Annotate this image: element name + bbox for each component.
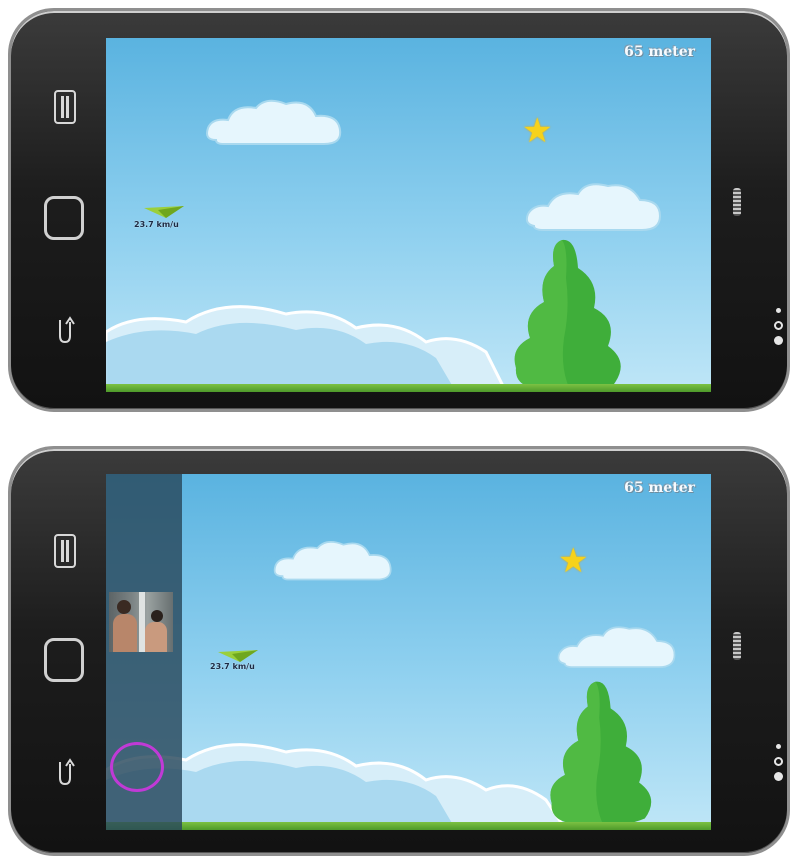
- distance-counter: 65 meter: [624, 44, 695, 60]
- camera-sensors: [771, 308, 785, 345]
- home-icon[interactable]: [44, 196, 84, 240]
- back-icon[interactable]: [55, 756, 75, 786]
- home-icon[interactable]: [44, 638, 84, 682]
- tree: [550, 681, 652, 826]
- speaker-grille: [733, 188, 741, 216]
- ground: [106, 822, 711, 830]
- cloud: [206, 99, 342, 145]
- back-icon[interactable]: [55, 314, 75, 344]
- cloud: [525, 183, 662, 231]
- phone-device-bottom: 65 meter ★ 23.7 km/u: [8, 446, 790, 856]
- game-screen[interactable]: 65 meter ★ 23.7 km/u: [106, 474, 711, 830]
- ground: [106, 384, 711, 392]
- tree: [514, 239, 621, 392]
- record-circle-button[interactable]: [110, 742, 164, 792]
- star-icon: ★: [522, 111, 553, 151]
- distance-counter: 65 meter: [624, 480, 695, 496]
- speed-readout: 23.7 km/u: [134, 220, 179, 229]
- speaker-grille: [733, 632, 741, 660]
- menu-icon[interactable]: [54, 90, 76, 124]
- camera-sensors: [771, 744, 785, 781]
- menu-icon[interactable]: [54, 534, 76, 568]
- speed-readout: 23.7 km/u: [210, 662, 255, 671]
- cloud: [273, 541, 392, 581]
- recording-side-panel: [106, 474, 182, 830]
- phone-device-top: 65 meter ★ 23.7 km/u: [8, 8, 790, 412]
- cloud: [557, 626, 676, 669]
- video-thumbnail[interactable]: [109, 592, 173, 652]
- paper-plane-icon: [144, 206, 184, 218]
- game-screen[interactable]: 65 meter ★ 23.7 km/u: [106, 38, 711, 392]
- star-icon: ★: [558, 541, 589, 581]
